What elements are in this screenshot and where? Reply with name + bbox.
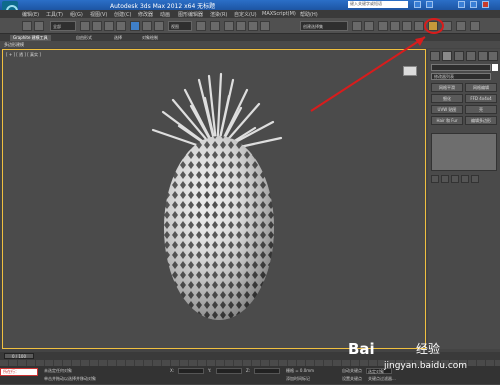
main-toolbar: 全部 视图 创建选择集	[0, 18, 500, 34]
search-input[interactable]: 键入关键字或短语	[348, 1, 408, 8]
help-icon[interactable]	[426, 1, 433, 8]
command-panel: 修改器列表 网格平滑 网格编辑 细化 FFD 4x4x4 UVW 贴图 壳 Ha…	[428, 49, 500, 349]
scale-icon[interactable]	[154, 21, 164, 31]
grid-spacing: 栅格 = 0.0mm	[286, 368, 315, 373]
undo-icon[interactable]	[22, 21, 32, 31]
ribbon-subtab: 多边形建模	[0, 41, 500, 48]
modifier-button[interactable]: Hair 和 Fur	[431, 116, 463, 125]
utilities-tab-icon[interactable]	[488, 51, 498, 61]
rendered-frame-window-icon[interactable]	[456, 21, 466, 31]
menu-rendering[interactable]: 渲染(R)	[210, 11, 227, 18]
watermark-url: jingyan.baidu.com	[384, 361, 468, 371]
menu-views[interactable]: 视图(V)	[90, 11, 107, 18]
pin-stack-icon[interactable]	[431, 175, 439, 183]
object-color-swatch[interactable]	[492, 64, 498, 71]
pineapple-model[interactable]	[3, 50, 427, 350]
pivot-center-icon[interactable]	[196, 21, 206, 31]
menu-animation[interactable]: 动画	[160, 11, 170, 18]
maximize-button[interactable]	[470, 1, 477, 8]
minimize-button[interactable]	[458, 1, 465, 8]
mirror-icon[interactable]	[352, 21, 362, 31]
coord-y-label: Y:	[208, 368, 212, 373]
configure-modifier-sets-icon[interactable]	[471, 175, 479, 183]
select-by-name-icon[interactable]	[92, 21, 102, 31]
motion-tab-icon[interactable]	[466, 51, 476, 61]
command-panel-tabs	[430, 51, 498, 61]
coord-y-field[interactable]	[216, 368, 242, 374]
modifier-button[interactable]: 网格编辑	[465, 83, 497, 92]
move-icon[interactable]	[130, 21, 140, 31]
selection-filter-dropdown[interactable]: 全部	[50, 21, 76, 31]
object-name-field[interactable]	[431, 64, 491, 71]
named-selection-set-dropdown[interactable]: 创建选择集	[300, 21, 348, 31]
menu-graph-editors[interactable]: 图形编辑器	[178, 11, 203, 18]
menu-maxscript[interactable]: MAXScript(M)	[262, 11, 296, 17]
title-bar: Autodesk 3ds Max 2012 x64 无标题 键入关键字或短语	[0, 0, 500, 10]
curve-editor-icon[interactable]	[402, 21, 412, 31]
coord-x-label: X:	[170, 368, 175, 373]
snap-toggle-icon[interactable]	[224, 21, 234, 31]
maxscript-listener[interactable]: 所在行：	[0, 368, 38, 376]
subtab-polygon-modeling[interactable]: 多边形建模	[4, 42, 24, 48]
hierarchy-tab-icon[interactable]	[454, 51, 464, 61]
spinner-snap-icon[interactable]	[260, 21, 270, 31]
perspective-viewport[interactable]: [ + ] [ 透 ] [ 真实 ]	[2, 18, 444, 350]
menu-group[interactable]: 组(G)	[70, 11, 83, 18]
align-icon[interactable]	[364, 21, 374, 31]
make-unique-icon[interactable]	[451, 175, 459, 183]
render-setup-icon[interactable]	[442, 21, 452, 31]
modifier-stack[interactable]	[431, 133, 497, 171]
window-crossing-icon[interactable]	[116, 21, 126, 31]
baidu-watermark: Bai 经验 jingyan.baidu.com	[348, 340, 468, 380]
render-production-icon[interactable]	[470, 21, 480, 31]
time-slider[interactable]: 0 / 100	[4, 353, 34, 359]
modifier-list-dropdown[interactable]: 修改器列表	[431, 73, 491, 80]
menu-tools[interactable]: 工具(T)	[46, 11, 63, 18]
modifier-button[interactable]: FFD 4x4x4	[465, 94, 497, 103]
watermark-brand-cn: 经验	[416, 342, 441, 356]
angle-snap-icon[interactable]	[236, 21, 246, 31]
stack-controls	[431, 175, 497, 183]
coord-z-label: Z:	[246, 368, 251, 373]
create-tab-icon[interactable]	[430, 51, 440, 61]
status-line: 未选定任何对象	[44, 368, 72, 373]
rect-select-icon[interactable]	[104, 21, 114, 31]
rotate-icon[interactable]	[142, 21, 152, 31]
menu-customize[interactable]: 自定义(U)	[234, 11, 257, 18]
close-button[interactable]	[482, 1, 489, 8]
material-editor-icon[interactable]	[428, 21, 438, 31]
layer-manager-icon[interactable]	[378, 21, 388, 31]
menu-modifiers[interactable]: 修改器	[138, 11, 153, 18]
modify-tab-icon[interactable]	[442, 51, 452, 61]
modifier-button[interactable]: UVW 贴图	[431, 105, 463, 114]
select-manipulate-icon[interactable]	[210, 21, 220, 31]
modifier-button[interactable]: 网格平滑	[431, 83, 463, 92]
watermark-brand: Bai	[348, 340, 375, 358]
info-icon[interactable]	[414, 1, 421, 8]
menu-create[interactable]: 创建(C)	[114, 11, 131, 18]
graphite-toggle-icon[interactable]	[390, 21, 400, 31]
modifier-button[interactable]: 编辑多边形	[465, 116, 497, 125]
modifier-button[interactable]: 壳	[465, 105, 497, 114]
window-title: Autodesk 3ds Max 2012 x64 无标题	[110, 3, 216, 10]
remove-modifier-icon[interactable]	[461, 175, 469, 183]
schematic-view-icon[interactable]	[414, 21, 424, 31]
add-time-tag[interactable]: 添加时间标记	[286, 376, 310, 382]
select-object-icon[interactable]	[80, 21, 90, 31]
ribbon-tabs: Graphite 建模工具 自由形式 选择 对象绘制	[0, 34, 500, 41]
coord-z-field[interactable]	[254, 368, 280, 374]
prompt-line: 单击并拖动以选择并移动对象	[44, 376, 96, 381]
reference-coord-dropdown[interactable]: 视图	[168, 21, 192, 31]
menu-bar: 编辑(E) 工具(T) 组(G) 视图(V) 创建(C) 修改器 动画 图形编辑…	[0, 10, 500, 18]
percent-snap-icon[interactable]	[248, 21, 258, 31]
display-tab-icon[interactable]	[478, 51, 488, 61]
menu-edit[interactable]: 编辑(E)	[22, 11, 39, 18]
coord-x-field[interactable]	[178, 368, 204, 374]
modifier-button[interactable]: 细化	[431, 94, 463, 103]
redo-icon[interactable]	[34, 21, 44, 31]
menu-help[interactable]: 帮助(H)	[300, 11, 318, 18]
show-end-result-icon[interactable]	[441, 175, 449, 183]
